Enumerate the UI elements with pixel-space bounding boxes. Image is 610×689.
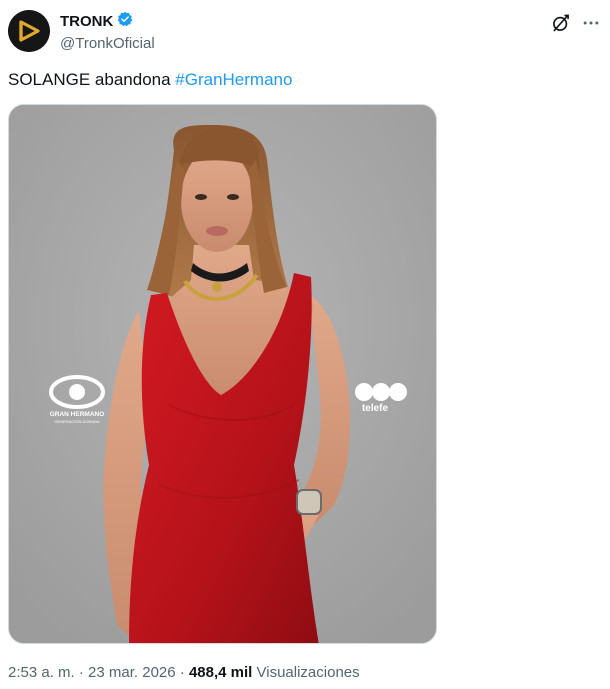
meta-separator-2: · bbox=[175, 664, 189, 681]
more-options-icon bbox=[583, 21, 599, 25]
telefe-logo bbox=[355, 383, 407, 401]
hashtag-link[interactable]: #GranHermano bbox=[175, 70, 292, 89]
tweet-text: SOLANGE abandona #GranHermano bbox=[8, 70, 292, 90]
author-display-name[interactable]: TRONK bbox=[60, 13, 113, 31]
gran-hermano-logo-text: GRAN HERMANO bbox=[50, 411, 105, 418]
tronk-logo-icon bbox=[8, 10, 50, 52]
views-count: 488,4 mil bbox=[188, 664, 253, 681]
tweet-time[interactable]: 2:53 a. m. bbox=[8, 664, 75, 681]
tweet-body-text: SOLANGE abandona bbox=[8, 70, 176, 89]
tweet-meta: 2:53 a. m. · 23 mar. 2026 · 488,4 mil Vi… bbox=[8, 664, 360, 682]
grok-button[interactable] bbox=[550, 12, 572, 34]
meta-separator: · bbox=[74, 664, 89, 681]
author-handle[interactable]: @TronkOficial bbox=[60, 35, 155, 53]
tweet-photo[interactable]: GRAN HERMANO GENERACIÓN DORADA telefe bbox=[8, 104, 437, 644]
grok-icon bbox=[553, 14, 569, 32]
tweet-header: TRONK @TronkOficial bbox=[8, 8, 602, 56]
verified-badge-icon bbox=[117, 11, 133, 32]
avatar[interactable] bbox=[8, 10, 50, 52]
telefe-logo-text: telefe bbox=[362, 403, 389, 414]
gran-hermano-logo-subtext: GENERACIÓN DORADA bbox=[54, 419, 99, 424]
author-info: TRONK @TronkOficial bbox=[60, 11, 155, 53]
more-options-button[interactable] bbox=[580, 12, 602, 34]
views-label: Visualizaciones bbox=[256, 664, 360, 681]
tweet-date[interactable]: 23 mar. 2026 bbox=[88, 664, 176, 681]
